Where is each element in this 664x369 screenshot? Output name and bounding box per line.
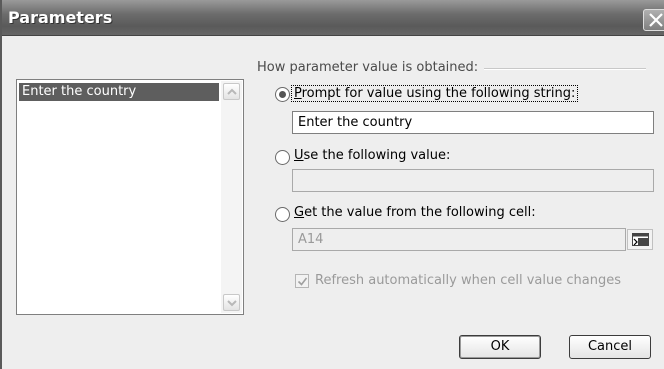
close-button[interactable] — [643, 9, 664, 31]
parameter-list[interactable]: Enter the country — [16, 79, 244, 315]
collapse-dialog-icon — [632, 233, 649, 246]
scroll-down-button[interactable] — [223, 294, 240, 311]
dialog-title: Parameters — [8, 8, 113, 27]
cell-reference-button[interactable] — [627, 229, 653, 250]
prompt-label-text: rompt for value using the following stri… — [301, 86, 576, 101]
title-bar[interactable]: Parameters — [2, 0, 664, 36]
group-label: How parameter value is obtained: — [257, 60, 485, 75]
use-value-mnemonic: U — [294, 148, 304, 163]
prompt-string-input[interactable]: Enter the country — [292, 111, 654, 134]
checkmark-icon — [297, 277, 308, 286]
vertical-scrollbar[interactable] — [221, 81, 242, 313]
parameters-dialog: Parameters Enter the country How paramet… — [0, 0, 664, 369]
use-value-radio[interactable] — [275, 150, 290, 165]
get-cell-radio-label[interactable]: Get the value from the following cell: — [294, 205, 536, 220]
ok-button[interactable]: OK — [459, 335, 541, 359]
chevron-up-icon — [227, 88, 237, 95]
prompt-mnemonic: P — [294, 86, 302, 101]
use-value-input[interactable] — [292, 169, 654, 192]
prompt-radio[interactable] — [275, 87, 290, 102]
get-cell-mnemonic: G — [294, 205, 305, 220]
use-value-radio-label[interactable]: Use the following value: — [294, 148, 450, 163]
get-cell-radio[interactable] — [275, 207, 290, 222]
list-item[interactable]: Enter the country — [19, 83, 219, 101]
get-cell-label-text: et the value from the following cell: — [304, 205, 536, 220]
cancel-button[interactable]: Cancel — [569, 335, 651, 359]
group-divider — [482, 68, 646, 70]
close-icon — [649, 13, 663, 27]
cell-reference-input[interactable]: A14 — [292, 228, 626, 251]
refresh-checkbox-label: Refresh automatically when cell value ch… — [315, 273, 621, 288]
refresh-checkbox[interactable] — [295, 274, 309, 288]
chevron-down-icon — [227, 300, 237, 307]
prompt-radio-label[interactable]: Prompt for value using the following str… — [290, 85, 579, 102]
use-value-label-text: se the following value: — [303, 148, 451, 163]
scroll-up-button[interactable] — [223, 83, 240, 100]
